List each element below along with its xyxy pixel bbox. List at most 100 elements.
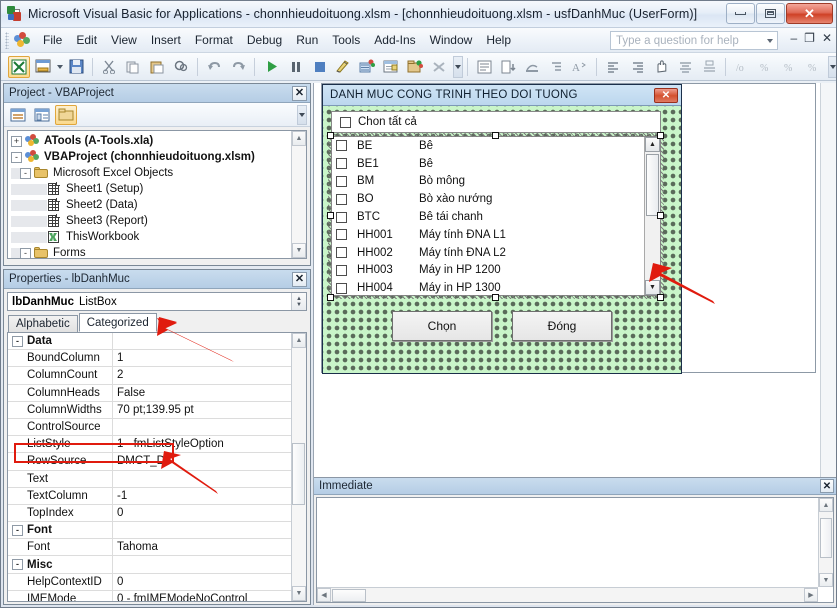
property-value[interactable]: 70 pt;139.95 pt bbox=[113, 404, 306, 416]
properties-grid-thumb[interactable] bbox=[292, 443, 305, 505]
property-row[interactable]: HelpContextID 0 bbox=[8, 573, 306, 591]
resize-handle-w[interactable] bbox=[327, 212, 334, 219]
property-row[interactable]: ColumnWidths 70 pt;139.95 pt bbox=[8, 401, 306, 419]
category-expander-icon[interactable]: - bbox=[12, 335, 23, 347]
immediate-scroll-right-icon[interactable]: ▶ bbox=[804, 588, 818, 602]
view-object-icon[interactable] bbox=[31, 105, 53, 125]
property-row[interactable]: BoundColumn 1 bbox=[8, 350, 306, 368]
menu-window[interactable]: Window bbox=[423, 30, 480, 50]
zoom-c-icon[interactable]: % bbox=[779, 56, 801, 78]
menu-tools[interactable]: Tools bbox=[325, 30, 367, 50]
export-icon[interactable] bbox=[497, 56, 519, 78]
zoom-d-icon[interactable]: % bbox=[803, 56, 825, 78]
listbox-item-checkbox[interactable] bbox=[336, 229, 347, 241]
menu-format[interactable]: Format bbox=[188, 30, 240, 50]
menu-grip[interactable] bbox=[5, 31, 9, 49]
toolbar-overflow-button-2[interactable] bbox=[828, 55, 836, 78]
property-row[interactable]: TextColumn -1 bbox=[8, 487, 306, 505]
immediate-scroll-down-icon[interactable]: ▼ bbox=[819, 573, 833, 587]
listbox-item-checkbox[interactable] bbox=[336, 193, 347, 205]
project-explorer-icon[interactable] bbox=[356, 56, 378, 78]
properties-window-icon[interactable] bbox=[380, 56, 402, 78]
tree-node[interactable]: - Microsoft Excel Objects bbox=[11, 165, 306, 181]
property-row[interactable]: ColumnHeads False bbox=[8, 384, 306, 402]
listbox-item[interactable]: BM Bò mông bbox=[332, 173, 644, 191]
grid-scroll-down-icon[interactable]: ▼ bbox=[292, 586, 306, 601]
tree-expander-icon[interactable]: - bbox=[11, 151, 22, 163]
tab-categorized[interactable]: Categorized bbox=[78, 313, 157, 332]
property-row[interactable]: Text bbox=[8, 470, 306, 488]
indent-icon[interactable] bbox=[545, 56, 567, 78]
property-category-row[interactable]: - Misc bbox=[8, 556, 306, 574]
property-value[interactable]: 0 bbox=[113, 507, 306, 519]
select-all-checkbox[interactable] bbox=[340, 116, 351, 128]
tree-node[interactable]: Sheet2 (Data) bbox=[11, 197, 306, 213]
cut-icon[interactable] bbox=[98, 56, 120, 78]
tree-node[interactable]: - Forms bbox=[11, 245, 306, 258]
tree-node[interactable]: Sheet3 (Report) bbox=[11, 213, 306, 229]
design-mode-icon[interactable] bbox=[332, 56, 354, 78]
resize-handle-n[interactable] bbox=[492, 132, 499, 139]
project-panel-close-icon[interactable]: ✕ bbox=[292, 85, 307, 101]
tree-node[interactable]: ThisWorkbook bbox=[11, 229, 306, 245]
immediate-close-icon[interactable]: ✕ bbox=[820, 479, 834, 493]
listbox-scroll-up-icon[interactable]: ▲ bbox=[645, 137, 660, 152]
listbox-item[interactable]: BTC Bê tái chanh bbox=[332, 208, 644, 226]
properties-grid[interactable]: - Data BoundColumn 1 ColumnCount 2 ColumnHeads… bbox=[7, 332, 307, 602]
resize-handle-nw[interactable] bbox=[327, 132, 334, 139]
menu-debug[interactable]: Debug bbox=[240, 30, 289, 50]
align-left-icon[interactable] bbox=[602, 56, 624, 78]
property-value[interactable]: Tahoma bbox=[113, 541, 306, 553]
mdi-minimize-button[interactable]: – bbox=[790, 32, 797, 44]
listbox-item[interactable]: BE Bê bbox=[332, 137, 644, 155]
redo-icon[interactable] bbox=[227, 56, 249, 78]
property-row[interactable]: Font Tahoma bbox=[8, 539, 306, 557]
tree-expander-icon[interactable]: + bbox=[11, 135, 22, 147]
copy-icon[interactable] bbox=[122, 56, 144, 78]
listbox-item-checkbox[interactable] bbox=[336, 264, 347, 276]
tree-node[interactable]: Sheet1 (Setup) bbox=[11, 181, 306, 197]
listbox-item-checkbox[interactable] bbox=[336, 175, 347, 187]
resize-handle-s[interactable] bbox=[492, 294, 499, 301]
property-category-row[interactable]: - Data bbox=[8, 333, 306, 351]
insert-dropdown-icon[interactable] bbox=[55, 56, 64, 78]
danhmuc-listbox[interactable]: BE Bê BE1 Bê BM Bò mông BO Bò xào nướng BTC Bê tá… bbox=[331, 136, 661, 296]
tree-expander-icon[interactable]: - bbox=[20, 167, 31, 179]
menu-help[interactable]: Help bbox=[479, 30, 518, 50]
immediate-vertical-thumb[interactable] bbox=[820, 518, 832, 558]
grid-scroll-up-icon[interactable]: ▲ bbox=[292, 333, 306, 348]
center-icon[interactable] bbox=[674, 56, 696, 78]
property-value[interactable]: 0 bbox=[113, 576, 306, 588]
tree-node[interactable]: - VBAProject (chonnhieudoituong.xlsm) bbox=[11, 149, 306, 165]
listbox-scroll-thumb[interactable] bbox=[646, 154, 659, 216]
menu-edit[interactable]: Edit bbox=[69, 30, 104, 50]
userform-close-icon[interactable]: ✕ bbox=[654, 87, 678, 103]
mdi-restore-button[interactable]: ❐ bbox=[804, 32, 815, 44]
listbox-item-checkbox[interactable] bbox=[336, 140, 347, 152]
group-icon[interactable] bbox=[698, 56, 720, 78]
listbox-item[interactable]: HH003 Máy in HP 1200 bbox=[332, 262, 644, 280]
close-button[interactable]: ✕ bbox=[786, 3, 833, 24]
tab-alphabetic[interactable]: Alphabetic bbox=[8, 315, 78, 332]
hand-icon[interactable] bbox=[650, 56, 672, 78]
toggle-folders-icon[interactable] bbox=[55, 104, 77, 125]
project-tree-scrollbar[interactable]: ▲ ▼ bbox=[291, 131, 306, 258]
immediate-horizontal-thumb[interactable] bbox=[332, 588, 366, 602]
listbox-item-checkbox[interactable] bbox=[336, 282, 347, 294]
listbox-item-checkbox[interactable] bbox=[336, 247, 347, 259]
save-icon[interactable] bbox=[65, 56, 87, 78]
immediate-horizontal-scrollbar[interactable]: ◀ ▶ bbox=[317, 587, 818, 602]
property-value[interactable]: 1 bbox=[113, 352, 306, 364]
property-value[interactable]: False bbox=[113, 387, 306, 399]
resize-handle-e[interactable] bbox=[657, 212, 664, 219]
listbox-item-checkbox[interactable] bbox=[336, 211, 347, 223]
listbox-item[interactable]: BO Bò xào nướng bbox=[332, 190, 644, 208]
maximize-button[interactable] bbox=[756, 3, 785, 24]
find-icon[interactable] bbox=[170, 56, 192, 78]
menu-insert[interactable]: Insert bbox=[144, 30, 188, 50]
immediate-scroll-up-icon[interactable]: ▲ bbox=[819, 498, 833, 512]
property-value[interactable]: -1 bbox=[113, 490, 306, 502]
resize-handle-sw[interactable] bbox=[327, 294, 334, 301]
properties-panel-close-icon[interactable]: ✕ bbox=[292, 271, 307, 287]
category-expander-icon[interactable]: - bbox=[12, 524, 23, 536]
